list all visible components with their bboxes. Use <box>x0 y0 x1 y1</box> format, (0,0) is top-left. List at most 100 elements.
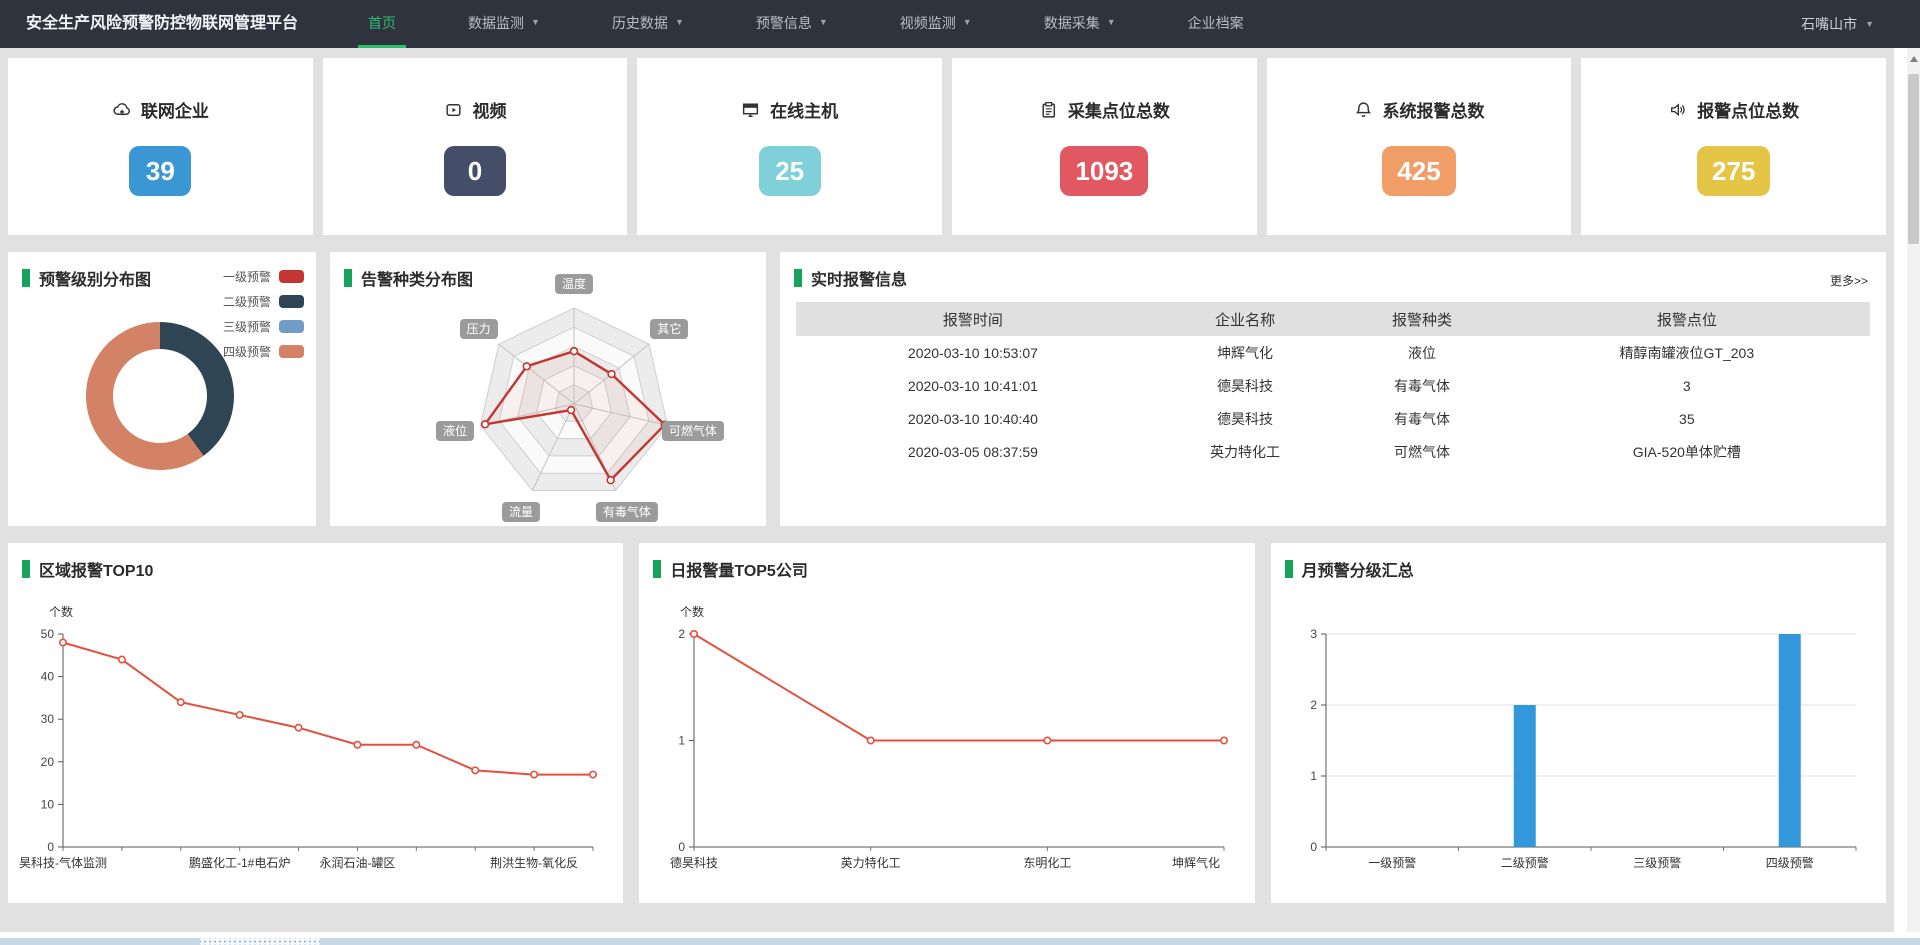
chevron-down-icon: ▼ <box>1107 18 1116 27</box>
radar-data-point <box>568 407 575 414</box>
stat-card-label: 报警点位总数 <box>1697 97 1799 122</box>
table-row[interactable]: 2020-03-10 10:40:40德昊科技有毒气体35 <box>796 402 1870 435</box>
bell-icon <box>1354 100 1373 119</box>
radar-axis-label: 流量 <box>502 502 540 522</box>
stat-card-title: 系统报警总数 <box>1354 97 1485 122</box>
table-row[interactable]: 2020-03-10 10:41:01德昊科技有毒气体3 <box>796 369 1870 402</box>
horizontal-scrollbar-thumb[interactable] <box>200 938 320 945</box>
y-axis-title: 个数 <box>49 604 73 619</box>
data-point <box>1044 737 1050 743</box>
y-tick-label: 1 <box>679 734 686 748</box>
speaker-icon <box>1668 100 1687 119</box>
nav-item[interactable]: 企业档案 <box>1178 0 1254 48</box>
table-column-header: 报警种类 <box>1340 302 1503 336</box>
x-category-label: 东明化工 <box>1024 856 1072 870</box>
stat-card-label: 在线主机 <box>770 97 838 122</box>
nav-item-label: 数据监测 <box>468 13 524 33</box>
legend-item[interactable]: 二级预警 <box>223 293 304 310</box>
stat-card[interactable]: 联网企业 39 <box>8 58 313 235</box>
alerts-table-head: 报警时间企业名称报警种类报警点位 <box>796 302 1870 336</box>
panel-title: 预警级别分布图 <box>39 266 151 290</box>
nav-item[interactable]: 数据监测▼ <box>458 0 550 48</box>
stat-card-title: 在线主机 <box>741 97 838 122</box>
legend-item[interactable]: 四级预警 <box>223 343 304 360</box>
stat-cards-row: 联网企业39视频0在线主机25采集点位总数1093系统报警总数425报警点位总数… <box>8 58 1886 235</box>
stat-card-title: 报警点位总数 <box>1668 97 1799 122</box>
nav-item[interactable]: 历史数据▼ <box>602 0 694 48</box>
nav-item[interactable]: 预警信息▼ <box>746 0 838 48</box>
nav-item[interactable]: 视频监测▼ <box>890 0 982 48</box>
table-cell: 可燃气体 <box>1340 435 1503 468</box>
nav-item[interactable]: 首页 <box>358 0 406 48</box>
y-tick-label: 30 <box>41 712 55 726</box>
y-axis-title: 个数 <box>680 604 704 619</box>
radar-axis-label: 液位 <box>436 421 474 441</box>
region-selector[interactable]: 石嘴山市 ▼ <box>1801 0 1920 48</box>
x-category-label: 四级预警 <box>1765 855 1813 870</box>
x-category-label: 昊科技-气体监测 <box>19 855 107 870</box>
panel-header: 实时报警信息 <box>794 266 907 290</box>
x-category-label: 德昊科技 <box>670 855 718 870</box>
panel-title: 日报警量TOP5公司 <box>670 557 808 581</box>
stat-card-value: 0 <box>444 146 506 196</box>
vertical-scrollbar-thumb[interactable] <box>1908 74 1919 244</box>
nav-item-label: 预警信息 <box>756 13 812 33</box>
table-cell: 精醇南罐液位GT_203 <box>1504 336 1870 369</box>
chevron-down-icon: ▼ <box>963 18 972 27</box>
panel-daily-alarm-top5: 日报警量TOP5公司 012个数德昊科技英力特化工东明化工坤辉气化 <box>639 543 1254 903</box>
table-cell: 2020-03-05 08:37:59 <box>796 435 1150 468</box>
table-cell: 2020-03-10 10:53:07 <box>796 336 1150 369</box>
panel-monthly-warning-summary: 月预警分级汇总 0123一级预警二级预警三级预警四级预警 <box>1271 543 1886 903</box>
donut-legend: 一级预警二级预警三级预警四级预警 <box>223 268 304 360</box>
alerts-table: 报警时间企业名称报警种类报警点位 2020-03-10 10:53:07坤辉气化… <box>796 302 1870 468</box>
data-point <box>868 737 874 743</box>
radar-axis-label: 有毒气体 <box>596 502 658 522</box>
data-point <box>472 767 478 773</box>
stat-card[interactable]: 系统报警总数425 <box>1267 58 1572 235</box>
daily-alarm-top5-line-chart: 012个数德昊科技英力特化工东明化工坤辉气化 <box>639 589 1254 899</box>
x-category-label: 一级预警 <box>1368 855 1416 870</box>
stat-card-label: 视频 <box>473 97 507 122</box>
nav-item-label: 首页 <box>368 13 396 33</box>
y-tick-label: 20 <box>41 755 55 769</box>
x-category-label: 坤辉气化 <box>1172 855 1220 870</box>
region-alarm-top10-line-chart: 01020304050个数昊科技-气体监测鹏盛化工-1#电石炉永润石油-罐区荆洪… <box>8 589 623 899</box>
stat-card[interactable]: 在线主机25 <box>637 58 942 235</box>
region-label: 石嘴山市 <box>1801 14 1857 34</box>
panel-header: 月预警分级汇总 <box>1285 557 1414 581</box>
vertical-scrollbar[interactable] <box>1907 48 1920 938</box>
table-column-header: 报警时间 <box>796 302 1150 336</box>
legend-item[interactable]: 三级预警 <box>223 318 304 335</box>
panel-header: 日报警量TOP5公司 <box>653 557 808 581</box>
panel-title: 区域报警TOP10 <box>39 557 153 581</box>
table-cell: 液位 <box>1340 336 1503 369</box>
table-row[interactable]: 2020-03-10 10:53:07坤辉气化液位精醇南罐液位GT_203 <box>796 336 1870 369</box>
stat-card-value: 1093 <box>1060 146 1148 196</box>
stat-card-value: 39 <box>129 146 191 196</box>
more-link[interactable]: 更多>> <box>1830 272 1868 289</box>
data-point <box>691 631 697 637</box>
table-cell: 英力特化工 <box>1150 435 1341 468</box>
table-cell: 坤辉气化 <box>1150 336 1341 369</box>
legend-item[interactable]: 一级预警 <box>223 268 304 285</box>
x-category-label: 鹏盛化工-1#电石炉 <box>189 855 290 870</box>
radar-axis-label: 其它 <box>650 319 688 339</box>
stat-card[interactable]: 采集点位总数1093 <box>952 58 1257 235</box>
table-cell: 35 <box>1504 402 1870 435</box>
x-category-label: 永润石油-罐区 <box>319 856 395 870</box>
top-nav: 安全生产风险预警防控物联网管理平台 首页数据监测▼历史数据▼预警信息▼视频监测▼… <box>0 0 1920 48</box>
y-tick-label: 3 <box>1310 627 1317 641</box>
table-row[interactable]: 2020-03-05 08:37:59英力特化工可燃气体GIA-520单体贮槽 <box>796 435 1870 468</box>
stat-card[interactable]: 视频 0 <box>323 58 628 235</box>
stat-card-title: 联网企业 <box>112 97 209 122</box>
stat-card[interactable]: 报警点位总数275 <box>1581 58 1886 235</box>
nav-item[interactable]: 数据采集▼ <box>1034 0 1126 48</box>
panel-header: 告警种类分布图 <box>344 266 473 290</box>
scroll-up-arrow-icon[interactable] <box>1910 56 1918 62</box>
horizontal-scrollbar[interactable] <box>0 938 1920 945</box>
panel-alarm-type-radar: 告警种类分布图 温度其它可燃气体有毒气体流量液位压力 <box>330 252 766 526</box>
data-point <box>531 771 537 777</box>
y-tick-label: 0 <box>679 840 686 854</box>
y-tick-label: 40 <box>41 670 55 684</box>
panel-warning-level-donut: 预警级别分布图 一级预警二级预警三级预警四级预警 <box>8 252 316 526</box>
